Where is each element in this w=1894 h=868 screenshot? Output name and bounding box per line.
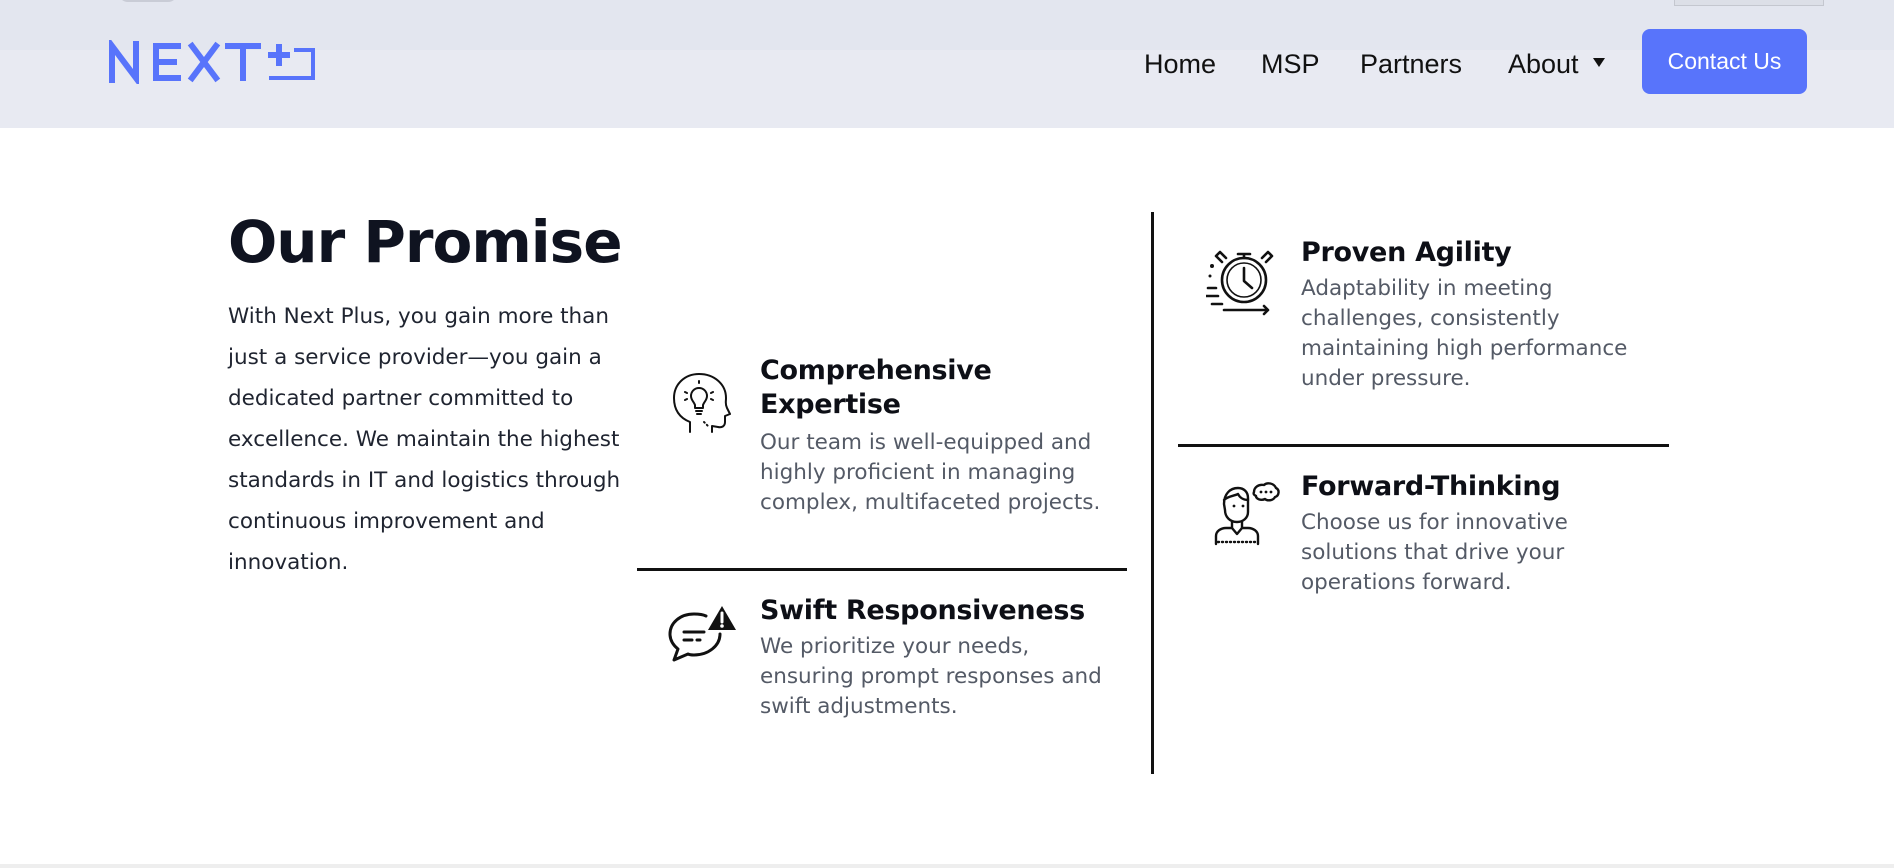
feature-title: Swift Responsiveness — [760, 595, 1085, 626]
nav-about[interactable]: About — [1508, 49, 1605, 80]
nav-partners[interactable]: Partners — [1360, 49, 1462, 80]
feature-text: Our team is well-equipped and highly pro… — [760, 430, 1101, 515]
feature-forward-thinking: Forward-Thinking Choose us for innovativ… — [1206, 470, 1656, 620]
nav-msp[interactable]: MSP — [1261, 49, 1320, 80]
feature-comprehensive-expertise: Comprehensive Expertise Our team is well… — [664, 354, 1114, 534]
head-lightbulb-icon — [673, 373, 731, 433]
person-thinking-icon — [1214, 482, 1280, 546]
feature-title: Comprehensive Expertise — [760, 355, 992, 420]
page: Home MSP Partners About Contact Us Our P… — [0, 0, 1894, 868]
footer-divider — [0, 864, 1894, 868]
horizontal-divider-right — [1178, 444, 1669, 447]
top-decor-circle — [118, 0, 178, 2]
vertical-divider — [1151, 212, 1154, 774]
feature-swift-responsiveness: Swift Responsiveness We prioritize your … — [664, 594, 1114, 734]
contact-us-button[interactable]: Contact Us — [1642, 29, 1807, 94]
top-decor-box — [1674, 0, 1824, 6]
feature-text: Adaptability in meeting challenges, cons… — [1301, 276, 1628, 391]
site-header: Home MSP Partners About Contact Us — [0, 0, 1894, 128]
caret-down-icon — [1592, 57, 1605, 67]
chat-alert-icon — [668, 606, 736, 662]
nav-about-label: About — [1508, 48, 1579, 79]
feature-text: Choose us for innovative solutions that … — [1301, 510, 1568, 595]
stopwatch-icon — [1206, 250, 1274, 316]
logo-icon[interactable] — [108, 40, 318, 84]
feature-title: Proven Agility — [1301, 237, 1512, 268]
feature-proven-agility: Proven Agility Adaptability in meeting c… — [1206, 236, 1656, 406]
nav-home[interactable]: Home — [1144, 49, 1216, 80]
feature-text: We prioritize your needs, ensuring promp… — [760, 634, 1102, 719]
feature-title: Forward-Thinking — [1301, 471, 1561, 502]
horizontal-divider-left — [637, 568, 1127, 571]
intro-text: With Next Plus, you gain more than just … — [228, 304, 621, 575]
page-title: Our Promise — [228, 208, 623, 276]
